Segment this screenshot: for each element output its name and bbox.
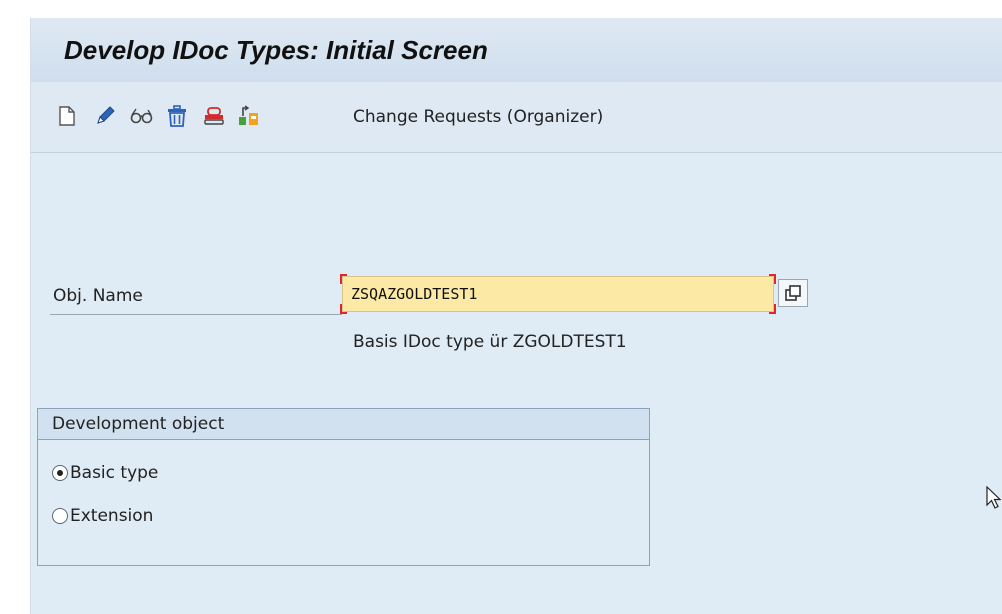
sap-window: Develop IDoc Types: Initial Screen Chang… [31,18,1002,614]
radio-extension[interactable]: Extension [52,505,153,527]
value-help-button[interactable] [778,279,808,307]
development-object-group: Development object Basic type Extension [37,408,650,566]
check-icon[interactable] [235,102,263,130]
field-underline [50,314,342,315]
mouse-pointer-icon [986,486,1002,509]
radio-unselected-icon[interactable] [52,508,68,524]
main-content: Obj. Name ZSQAZGOLDTEST1 Basis IDoc type… [31,153,1002,614]
change-pencil-icon[interactable] [91,102,119,130]
change-requests-button[interactable]: Change Requests (Organizer) [353,107,603,127]
group-title: Development object [52,414,225,434]
title-bar: Develop IDoc Types: Initial Screen [31,18,1002,82]
page-title: Develop IDoc Types: Initial Screen [64,35,488,65]
obj-name-input[interactable]: ZSQAZGOLDTEST1 [342,276,774,312]
radio-label: Extension [70,506,154,526]
required-marker [340,274,347,284]
display-glasses-icon[interactable] [128,102,156,130]
required-marker [769,304,776,314]
group-header: Development object [38,409,649,440]
required-marker [769,274,776,284]
copy-window-icon [785,285,801,301]
delete-trash-icon[interactable] [163,102,191,130]
radio-selected-icon[interactable] [52,465,68,481]
radio-basic-type[interactable]: Basic type [52,462,158,484]
required-marker [340,304,347,314]
screen: Develop IDoc Types: Initial Screen Chang… [0,0,1002,614]
obj-name-label: Obj. Name [53,286,143,306]
obj-name-description: Basis IDoc type ür ZGOLDTEST1 [353,332,627,352]
copy-icon[interactable] [200,102,228,130]
application-toolbar: Change Requests (Organizer) [31,82,1002,153]
radio-label: Basic type [70,463,159,483]
create-icon[interactable] [53,102,81,130]
